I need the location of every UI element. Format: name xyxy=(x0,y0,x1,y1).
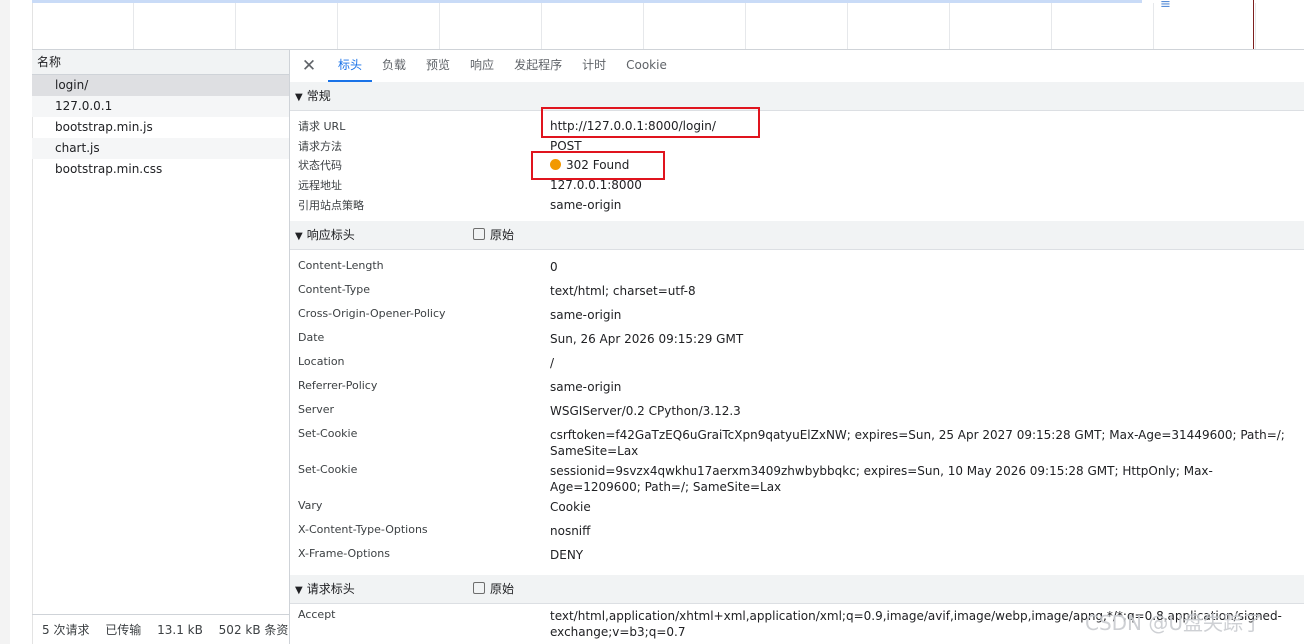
response-headers-header[interactable]: ▼ 响应标头 原始 xyxy=(290,221,1304,250)
header-value: same-origin xyxy=(550,198,622,212)
request-row[interactable]: login/ xyxy=(32,75,289,96)
response-headers-section: ▼ 响应标头 原始 xyxy=(290,221,1304,250)
request-row[interactable]: chart.js xyxy=(32,138,289,159)
header-key: Vary xyxy=(298,499,323,512)
url-highlight-box xyxy=(541,107,760,138)
timeline-menu-icon[interactable]: ≡ xyxy=(1160,0,1171,12)
header-key: Location xyxy=(298,355,345,368)
header-key: Content-Type xyxy=(298,283,370,296)
tab-timing[interactable]: 计时 xyxy=(572,50,616,82)
transferred-size: 13.1 kB xyxy=(157,623,203,637)
header-value: Cookie xyxy=(550,500,591,514)
timeline-tick xyxy=(643,3,644,49)
tab-cookies[interactable]: Cookie xyxy=(616,50,677,82)
header-value: WSGIServer/0.2 CPython/3.12.3 xyxy=(550,404,741,418)
raw-label: 原始 xyxy=(490,582,515,596)
header-key: 请求方法 xyxy=(298,140,342,153)
header-key: X-Frame-Options xyxy=(298,547,390,560)
load-event-line xyxy=(1253,0,1254,49)
tab-response[interactable]: 响应 xyxy=(460,50,504,82)
header-key: Set-Cookie xyxy=(298,427,358,440)
timeline-tick xyxy=(949,3,950,49)
timeline-tick xyxy=(541,3,542,49)
request-count: 5 次请求 xyxy=(42,623,90,637)
timeline-tick xyxy=(1051,3,1052,49)
status-highlight-box xyxy=(531,151,665,180)
timeline-tick xyxy=(235,3,236,49)
checkbox-icon xyxy=(473,582,485,594)
timeline-tick xyxy=(1255,3,1256,49)
gutter-strip xyxy=(0,0,10,644)
raw-label: 原始 xyxy=(490,228,515,242)
timeline-tick xyxy=(439,3,440,49)
details-panel: ✕ 标头 负载 预览 响应 发起程序 计时 Cookie ▼ 常规 请求 URL … xyxy=(290,50,1304,644)
tab-payload[interactable]: 负载 xyxy=(372,50,416,82)
header-value: nosniff xyxy=(550,524,591,538)
timeline-overview[interactable]: ≡ xyxy=(32,0,1304,50)
header-value: 0 xyxy=(550,260,558,274)
request-row[interactable]: 127.0.0.1 xyxy=(32,96,289,117)
checkbox-icon xyxy=(473,228,485,240)
caret-down-icon: ▼ xyxy=(295,92,303,103)
close-icon[interactable]: ✕ xyxy=(290,50,328,82)
header-key: 远程地址 xyxy=(298,179,342,192)
tab-initiator[interactable]: 发起程序 xyxy=(504,50,572,82)
header-key: 引用站点策略 xyxy=(298,199,364,212)
tab-preview[interactable]: 预览 xyxy=(416,50,460,82)
status-bar: 5 次请求 已传输 13.1 kB 502 kB 条资源 xyxy=(32,614,289,644)
header-value: DENY xyxy=(550,548,584,562)
header-key: Accept xyxy=(298,608,336,621)
transferred-label: 已传输 xyxy=(105,623,142,637)
name-column-header[interactable]: 名称 xyxy=(32,50,289,75)
header-value: same-origin xyxy=(550,308,622,322)
header-key: 状态代码 xyxy=(298,159,342,172)
request-headers-header[interactable]: ▼ 请求标头 原始 xyxy=(290,575,1304,604)
watermark: CSDN @U盘失踪了 xyxy=(1085,611,1264,635)
header-value: text/html; charset=utf-8 xyxy=(550,284,696,298)
header-key: Set-Cookie xyxy=(298,463,358,476)
request-list: 名称 login/ 127.0.0.1 bootstrap.min.js cha… xyxy=(32,50,290,644)
timeline-tick xyxy=(847,3,848,49)
caret-down-icon: ▼ xyxy=(295,585,303,596)
header-value: / xyxy=(550,356,555,370)
timeline-bar xyxy=(32,0,1142,3)
caret-down-icon: ▼ xyxy=(295,231,303,242)
general-section-header[interactable]: ▼ 常规 xyxy=(290,82,1304,111)
header-key: Date xyxy=(298,331,325,344)
general-title: 常规 xyxy=(306,89,331,103)
header-value: same-origin xyxy=(550,380,622,394)
resources-size: 502 kB 条资源 xyxy=(218,623,289,637)
response-headers-title: 响应标头 xyxy=(306,228,355,242)
timeline-tick xyxy=(1153,3,1154,49)
request-headers-section: ▼ 请求标头 原始 xyxy=(290,575,1304,604)
header-key: 请求 URL xyxy=(298,120,346,133)
timeline-tick xyxy=(745,3,746,49)
raw-toggle[interactable]: 原始 xyxy=(473,221,514,249)
timeline-tick xyxy=(133,3,134,49)
header-key: Referrer-Policy xyxy=(298,379,378,392)
header-value: sessionid=9svzx4qwkhu17aerxm3409zhwbybbq… xyxy=(550,464,1213,494)
header-key: Server xyxy=(298,403,335,416)
header-value: csrftoken=f42GaTzEQ6uGraiTcXpn9qatyuElZx… xyxy=(550,428,1285,458)
details-tabs: ✕ 标头 负载 预览 响应 发起程序 计时 Cookie xyxy=(290,50,1304,83)
header-key: X-Content-Type-Options xyxy=(298,523,428,536)
request-row[interactable]: bootstrap.min.css xyxy=(32,159,289,180)
timeline-tick xyxy=(337,3,338,49)
general-section: ▼ 常规 xyxy=(290,82,1304,111)
request-row[interactable]: bootstrap.min.js xyxy=(32,117,289,138)
request-headers-title: 请求标头 xyxy=(306,582,355,596)
header-value: Sun, 26 Apr 2026 09:15:29 GMT xyxy=(550,332,744,346)
raw-toggle[interactable]: 原始 xyxy=(473,575,514,603)
tab-headers[interactable]: 标头 xyxy=(328,50,373,82)
header-key: Content-Length xyxy=(298,259,384,272)
header-key: Cross-Origin-Opener-Policy xyxy=(298,307,446,320)
